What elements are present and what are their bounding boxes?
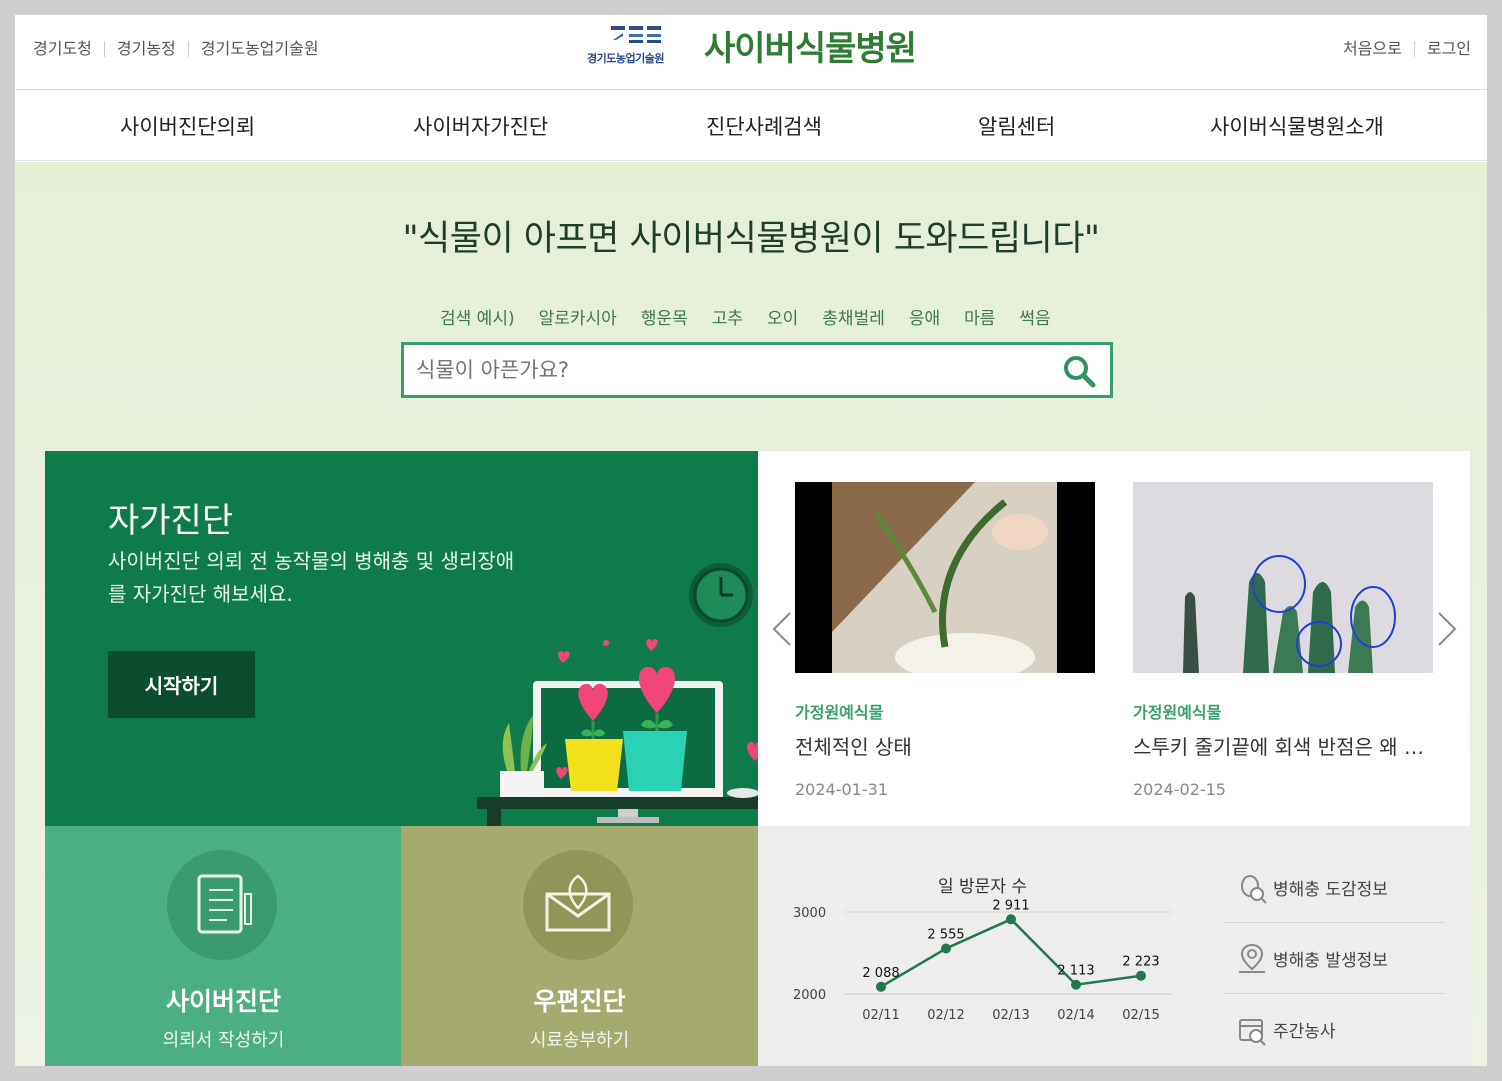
site-logo[interactable]: 경기도농업기술원 사이버식물병원 [585,21,917,70]
login-link[interactable]: 로그인 [1413,41,1483,57]
link-gyeonggi-agri-policy[interactable]: 경기농정 [103,41,188,57]
x-tick-label: 02/13 [992,1008,1029,1023]
hero-section: "식물이 아프면 사이버식물병원이 도와드립니다" 검색 예시) 알로카시아 행… [15,162,1487,1066]
search-examples: 검색 예시) 알로카시아 행운목 고추 오이 총채벌레 응애 마름 썩음 [440,304,1075,329]
x-tick-label: 02/12 [927,1008,964,1023]
case-category: 가정원예식물 [1133,703,1222,722]
case-category: 가정원예식물 [795,703,884,722]
series-line [880,917,1142,988]
data-label: 2 555 [927,927,964,942]
search-icon[interactable] [1062,354,1096,388]
data-point [876,981,886,992]
nav-self-diagnosis[interactable]: 사이버자가진단 [413,111,548,141]
search-example-keyword[interactable]: 썩음 [1019,304,1050,329]
calendar-magnifier-icon [1239,1018,1266,1046]
search-example-keyword[interactable]: 마름 [964,304,995,329]
quick-link-pest-occurrence[interactable]: 병해충 발생정보 [1223,923,1445,994]
y-tick-label: 2000 [793,988,826,1003]
tile-title: 우편진단 [533,987,626,1016]
search-input[interactable] [416,355,1036,385]
document-icon [167,850,277,960]
data-label: 2 223 [1122,955,1159,970]
data-point [941,943,951,954]
data-point [1071,979,1081,990]
nav-about[interactable]: 사이버식물병원소개 [1210,111,1384,141]
visitor-line-chart: 2000 3000 2 088 02/11 2 555 02/12 2 911 02/13 2 … [793,898,1172,1023]
link-gyeonggi-agri-tech[interactable]: 경기도농업기술원 [187,41,331,57]
postal-diagnosis-tile[interactable]: 우편진단 시료송부하기 [401,826,758,1066]
nav-case-search[interactable]: 진단사례검색 [706,111,822,141]
case-card[interactable]: 가정원예식물 전체적인 상태 2024-01-31 [795,482,1095,799]
search-box [401,342,1113,398]
data-label: 2 911 [992,898,1029,913]
search-examples-label: 검색 예시) [440,309,515,329]
top-utility-bar: 경기도청 경기농정 경기도농업기술원 경기도농업기술원 사이버식물병원 처음으로… [15,15,1487,90]
case-card[interactable]: 가정원예식물 스투키 줄기끝에 회색 반점은 왜 생기나요? 2024-02-1… [1133,482,1433,799]
hero-title: "식물이 아프면 사이버식물병원이 도와드립니다" [402,219,1100,259]
self-diagnosis-panel: 자가진단 사이버진단 의뢰 전 농작물의 병해충 및 생리장애를 자가진단 해보… [45,451,758,826]
data-point [1006,914,1016,925]
data-label: 2 113 [1057,964,1094,979]
diagnosis-cases-carousel: 가정원예식물 전체적인 상태 2024-01-31 가정원예식물 스투키 줄기끝… [758,451,1470,826]
search-example-keyword[interactable]: 총채벌레 [822,304,885,329]
case-title[interactable]: 전체적인 상태 [795,731,1095,760]
related-sites: 경기도청 경기농정 경기도농업기술원 [33,41,331,57]
tile-title: 사이버진단 [165,987,281,1016]
institute-logo-mark: 경기도농업기술원 [585,23,690,69]
self-diagnosis-title: 자가진단 [108,501,234,541]
search-example-keyword[interactable]: 오이 [767,304,798,329]
bug-magnifier-icon [1241,875,1267,904]
x-tick-label: 02/14 [1057,1008,1094,1023]
x-tick-label: 02/15 [1122,1008,1159,1023]
case-date: 2024-02-15 [1133,780,1226,799]
nav-notice-center[interactable]: 알림센터 [978,111,1055,141]
case-date: 2024-01-31 [795,780,888,799]
user-links: 처음으로 로그인 [1331,41,1483,57]
site-title: 사이버식물병원 [704,29,917,69]
nav-cyber-diagnosis-request[interactable]: 사이버진단의뢰 [120,111,255,141]
data-point [1136,970,1146,981]
quick-link-label: 병해충 도감정보 [1273,879,1388,900]
cyber-diagnosis-tile[interactable]: 사이버진단 의뢰서 작성하기 [45,826,402,1066]
search-example-keyword[interactable]: 고추 [712,304,743,329]
search-example-keyword[interactable]: 응애 [909,304,940,329]
map-pin-icon [1239,943,1265,973]
home-link[interactable]: 처음으로 [1331,41,1414,57]
search-example-keyword[interactable]: 행운목 [641,304,688,329]
computer-plant-illustration [477,563,758,826]
quick-links: 병해충 도감정보 병해충 발생정보 주간농사 [1223,852,1445,1065]
quick-link-label: 병해충 발생정보 [1273,950,1388,971]
tile-subtitle: 의뢰서 작성하기 [162,1030,285,1051]
link-gyeonggi-province[interactable]: 경기도청 [33,41,104,57]
institute-emblem-icon [611,25,661,43]
x-tick-label: 02/11 [862,1008,899,1023]
quick-link-pest-encyclopedia[interactable]: 병해충 도감정보 [1223,852,1445,923]
stats-panel: 일 방문자 수 2000 3000 2 088 02/11 2 555 02/12 2 91… [758,826,1470,1066]
tile-subtitle: 시료송부하기 [529,1030,630,1051]
search-example-keyword[interactable]: 알로카시아 [539,304,617,329]
envelope-icon [523,850,633,960]
chevron-right-icon[interactable] [1437,611,1457,647]
y-tick-label: 3000 [793,906,826,921]
chevron-left-icon[interactable] [772,611,792,647]
data-label: 2 088 [862,966,899,981]
start-button[interactable]: 시작하기 [108,651,255,718]
logo-subtitle: 경기도농업기술원 [587,51,664,65]
quick-link-label: 주간농사 [1273,1022,1336,1042]
case-photo [795,482,1095,681]
main-nav: 사이버진단의뢰 사이버자가진단 진단사례검색 알림센터 사이버식물병원소개 [15,91,1487,161]
case-title[interactable]: 스투키 줄기끝에 회색 반점은 왜 생기나요? [1133,731,1433,760]
quick-link-weekly-farming[interactable]: 주간농사 [1223,994,1445,1065]
case-photo [1133,482,1433,673]
page-frame: 경기도청 경기농정 경기도농업기술원 경기도농업기술원 사이버식물병원 처음으로… [15,15,1487,1066]
